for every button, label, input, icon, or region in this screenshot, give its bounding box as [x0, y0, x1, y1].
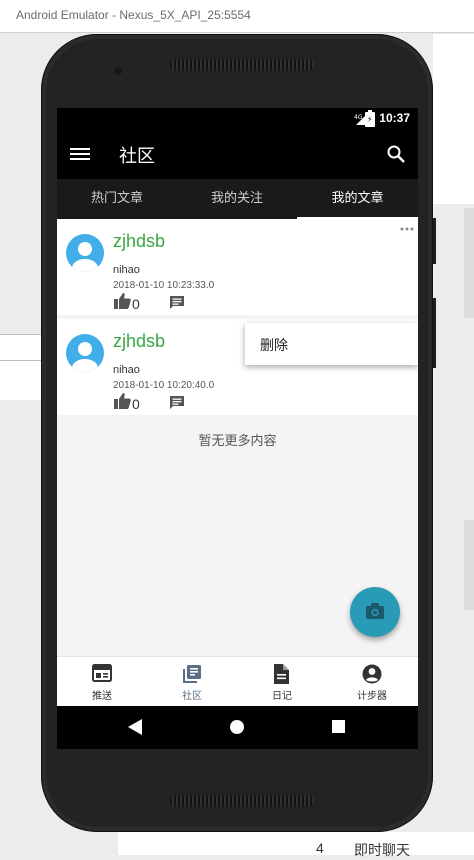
- account-circle-icon: [362, 664, 382, 684]
- page-title: 社区: [119, 146, 155, 167]
- top-speaker-grille: [170, 59, 314, 71]
- hamburger-menu-icon[interactable]: [70, 145, 90, 163]
- comment-icon[interactable]: [169, 295, 185, 310]
- status-time: 10:37: [379, 111, 410, 125]
- background-window-panel: [433, 34, 474, 204]
- home-icon[interactable]: [230, 720, 244, 734]
- like-count: 0: [132, 396, 140, 412]
- delete-menu-item[interactable]: 删除: [260, 335, 288, 355]
- window-title: Android Emulator - Nexus_5X_API_25:5554: [16, 8, 251, 22]
- nav-label: 日记: [272, 691, 292, 702]
- emulator-window-titlebar: Android Emulator - Nexus_5X_API_25:5554: [0, 0, 474, 33]
- newspaper-icon: [92, 664, 112, 682]
- device-screen: 4G ⚡ 10:37 社区 热门文章 我的关注 我的文章 zjhdsb niha…: [57, 108, 418, 749]
- recent-apps-icon[interactable]: [332, 720, 345, 733]
- post-time: 2018-01-10 10:20:40.0: [113, 380, 215, 391]
- background-divider: [464, 520, 474, 610]
- bottom-speaker-grille: [170, 795, 314, 807]
- avatar[interactable]: [66, 234, 104, 272]
- thumb-up-icon[interactable]: [114, 392, 131, 409]
- camera-fab-button[interactable]: [350, 587, 400, 637]
- post-author[interactable]: zjhdsb: [113, 331, 165, 352]
- avatar[interactable]: [66, 334, 104, 372]
- bottom-navigation: 推送 社区 日记 计步器: [57, 656, 418, 707]
- background-window-panel: [0, 334, 41, 400]
- library-books-icon: [183, 665, 201, 683]
- volume-button[interactable]: [433, 298, 436, 368]
- nav-item-push[interactable]: 推送: [57, 657, 147, 707]
- background-text: 即时聊天: [354, 842, 410, 858]
- background-window-panel: [118, 832, 474, 855]
- camera-icon: [366, 603, 384, 619]
- back-icon[interactable]: [128, 719, 142, 735]
- android-navigation-bar: [57, 706, 418, 749]
- comment-icon[interactable]: [169, 395, 185, 410]
- tab-my-follows[interactable]: 我的关注: [177, 179, 297, 219]
- nav-label: 社区: [182, 691, 202, 702]
- nav-item-community[interactable]: 社区: [147, 657, 237, 707]
- power-button[interactable]: [433, 218, 436, 264]
- app-toolbar: 社区: [57, 130, 418, 179]
- thumb-up-icon[interactable]: [114, 292, 131, 309]
- document-icon: [274, 664, 289, 684]
- battery-icon: ⚡: [365, 110, 375, 127]
- nav-item-pedometer[interactable]: 计步器: [327, 657, 418, 707]
- background-divider: [0, 334, 41, 335]
- front-camera: [114, 67, 122, 75]
- background-text: 4: [316, 840, 324, 856]
- post-author[interactable]: zjhdsb: [113, 231, 165, 252]
- like-count: 0: [132, 296, 140, 312]
- background-divider: [0, 360, 41, 361]
- background-divider: [464, 208, 474, 318]
- nav-label: 计步器: [357, 691, 387, 702]
- nav-item-diary[interactable]: 日记: [237, 657, 327, 707]
- popup-menu: 删除: [245, 323, 418, 365]
- nav-label: 推送: [92, 691, 112, 702]
- post-time: 2018-01-10 10:23:33.0: [113, 280, 215, 291]
- post-content: nihao: [113, 364, 140, 376]
- search-icon[interactable]: [386, 144, 406, 164]
- tab-bar: 热门文章 我的关注 我的文章: [57, 179, 418, 219]
- person-icon: [72, 342, 98, 372]
- person-icon: [72, 242, 98, 272]
- post-content: nihao: [113, 264, 140, 276]
- list-end-message: 暂无更多内容: [198, 434, 277, 449]
- status-bar: 4G ⚡ 10:37: [57, 108, 418, 130]
- svg-text:4G: 4G: [354, 114, 363, 121]
- tab-hot-articles[interactable]: 热门文章: [57, 179, 177, 219]
- tab-my-articles[interactable]: 我的文章: [297, 179, 418, 219]
- post-card[interactable]: zjhdsb nihao 2018-01-10 10:23:33.0 0: [57, 219, 418, 315]
- more-options-icon[interactable]: [400, 225, 414, 233]
